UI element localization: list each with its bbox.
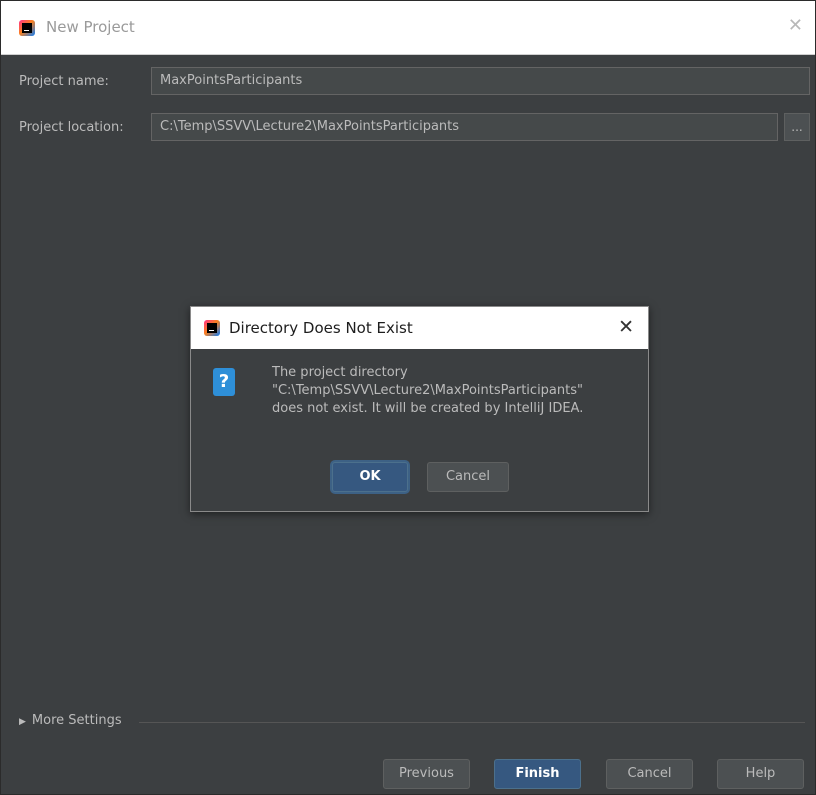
window-close-icon[interactable]: ✕ bbox=[788, 15, 803, 36]
cancel-button[interactable]: Cancel bbox=[606, 759, 693, 789]
finish-button[interactable]: Finish bbox=[494, 759, 581, 789]
browse-button[interactable]: ... bbox=[784, 113, 810, 141]
project-name-row: Project name: MaxPointsParticipants bbox=[1, 67, 815, 97]
intellij-app-icon bbox=[204, 320, 220, 336]
more-settings-toggle[interactable]: ▶ More Settings bbox=[19, 713, 122, 728]
project-location-row: Project location: C:\Temp\SSVV\Lecture2\… bbox=[1, 113, 815, 143]
dialog-message-line: The project directory bbox=[272, 365, 408, 380]
directory-not-exist-dialog: Directory Does Not Exist ✕ ? The project… bbox=[190, 306, 649, 512]
project-name-label: Project name: bbox=[19, 74, 109, 89]
project-location-label: Project location: bbox=[19, 120, 124, 135]
dialog-message-line: does not exist. It will be created by In… bbox=[272, 401, 584, 416]
window-title: New Project bbox=[46, 18, 135, 36]
window-titlebar: New Project ✕ bbox=[1, 1, 815, 55]
intellij-app-icon bbox=[19, 20, 35, 36]
project-location-input[interactable]: C:\Temp\SSVV\Lecture2\MaxPointsParticipa… bbox=[151, 113, 778, 141]
dialog-titlebar: Directory Does Not Exist ✕ bbox=[191, 307, 648, 349]
project-name-input[interactable]: MaxPointsParticipants bbox=[151, 67, 810, 95]
dialog-cancel-button[interactable]: Cancel bbox=[427, 462, 509, 492]
new-project-window: New Project ✕ Project name: MaxPointsPar… bbox=[0, 0, 816, 795]
more-settings-label: More Settings bbox=[31, 713, 122, 728]
more-settings-divider bbox=[139, 722, 805, 723]
dialog-close-icon[interactable]: ✕ bbox=[618, 316, 634, 338]
dialog-message: The project directory "C:\Temp\SSVV\Lect… bbox=[272, 364, 642, 418]
help-button[interactable]: Help bbox=[717, 759, 804, 789]
question-icon: ? bbox=[213, 368, 235, 396]
ok-button[interactable]: OK bbox=[332, 462, 408, 492]
expand-arrow-icon: ▶ bbox=[19, 717, 26, 727]
dialog-message-line: "C:\Temp\SSVV\Lecture2\MaxPointsParticip… bbox=[272, 383, 583, 398]
previous-button[interactable]: Previous bbox=[383, 759, 470, 789]
dialog-title: Directory Does Not Exist bbox=[229, 319, 413, 337]
